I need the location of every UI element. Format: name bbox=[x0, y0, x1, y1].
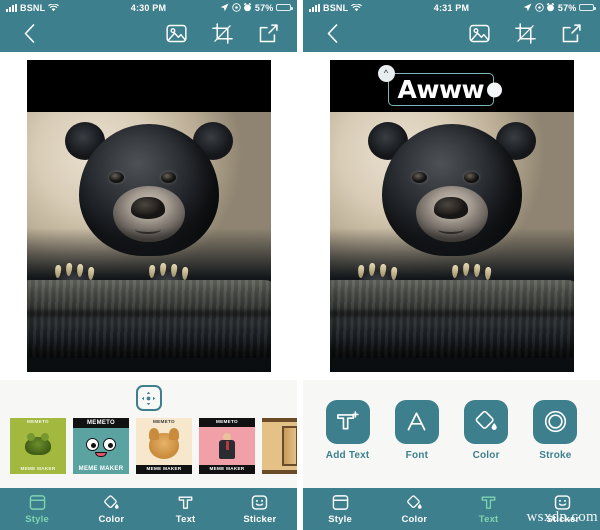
crop-button[interactable] bbox=[207, 19, 237, 49]
nav-item-style[interactable]: Style bbox=[303, 494, 377, 525]
rotate-handle-icon[interactable]: ^ bbox=[377, 65, 395, 82]
nav-item-color[interactable]: Color bbox=[377, 494, 451, 525]
paint-bucket-icon bbox=[406, 494, 423, 511]
suit-guy-icon bbox=[199, 427, 255, 466]
tool-label-stroke: Stroke bbox=[539, 449, 572, 461]
battery-icon bbox=[276, 3, 293, 12]
template-thumbnail[interactable]: MEMETO MEME MAKER bbox=[136, 418, 192, 474]
stroke-ring-icon bbox=[533, 399, 578, 444]
nav-item-text[interactable]: Text bbox=[149, 494, 223, 525]
plank-icon bbox=[262, 422, 297, 470]
text-tools-panel: Add Text Font Color Stroke bbox=[303, 380, 600, 488]
nav-item-sticker[interactable]: Sticker bbox=[223, 494, 297, 525]
screenshot-root: BSNL 4:30 PM 57% MEMETO MEME MAKER MEMET… bbox=[0, 0, 600, 530]
nav-label-text: Text bbox=[175, 513, 196, 525]
meme-image[interactable] bbox=[26, 60, 271, 372]
nav-item-text[interactable]: Text bbox=[452, 494, 526, 525]
paint-bucket-icon bbox=[464, 399, 509, 444]
frog-icon bbox=[10, 427, 66, 466]
add-text-icon bbox=[325, 399, 370, 444]
template-top-text: MEMETO bbox=[199, 418, 255, 427]
status-bar-time: 4:30 PM bbox=[130, 2, 167, 13]
paint-bucket-icon bbox=[103, 494, 120, 511]
meme-canvas-area[interactable]: Awww ^ bbox=[303, 52, 600, 380]
bottom-nav: Style Color Text Sticker bbox=[0, 488, 297, 530]
nav-item-style[interactable]: Style bbox=[0, 494, 74, 525]
tool-font[interactable]: Font bbox=[394, 399, 439, 461]
style-panel: MEMETO MEME MAKER MEMETO MEME MAKER MEME… bbox=[0, 380, 297, 488]
gallery-picker-button[interactable] bbox=[464, 19, 494, 49]
nav-label-sticker: Sticker bbox=[243, 513, 277, 525]
template-thumbnail-selected[interactable]: MEMETO MEME MAKER bbox=[73, 418, 129, 474]
doge-icon bbox=[136, 427, 192, 466]
tool-add-text[interactable]: Add Text bbox=[325, 399, 370, 461]
app-top-bar bbox=[303, 15, 600, 52]
nav-label-color: Color bbox=[98, 513, 125, 525]
template-bottom-text: MEME MAKER bbox=[136, 465, 192, 474]
meme-top-band bbox=[26, 60, 271, 112]
template-top-text: MEMETO bbox=[27, 419, 49, 424]
app-top-bar bbox=[0, 15, 297, 52]
share-export-button[interactable] bbox=[556, 19, 586, 49]
crop-button[interactable] bbox=[510, 19, 540, 49]
nav-label-color: Color bbox=[401, 513, 428, 525]
tool-color[interactable]: Color bbox=[464, 399, 509, 461]
style-frame-icon bbox=[29, 494, 46, 511]
nav-label-style: Style bbox=[25, 513, 49, 525]
move-resize-icon[interactable] bbox=[135, 385, 162, 411]
battery-icon bbox=[579, 3, 596, 12]
template-thumbnail[interactable]: MEMETO MEME MAKER bbox=[10, 418, 66, 474]
caption-text: Awww bbox=[397, 75, 485, 104]
tool-label-add-text: Add Text bbox=[325, 449, 370, 461]
text-tool-icon bbox=[480, 494, 497, 511]
template-bottom-text: MEME MAKER bbox=[78, 466, 124, 472]
back-button[interactable] bbox=[317, 19, 347, 49]
nav-label-style: Style bbox=[328, 513, 352, 525]
status-bar: BSNL 4:31 PM 57% bbox=[303, 0, 600, 15]
meme-image[interactable]: Awww ^ bbox=[329, 60, 574, 372]
meme-canvas-area[interactable] bbox=[0, 52, 297, 380]
template-top-text: MEMETO bbox=[153, 419, 175, 424]
template-top-text: MEMETO bbox=[73, 418, 129, 428]
font-icon bbox=[394, 399, 439, 444]
nav-label-text: Text bbox=[478, 513, 499, 525]
text-tool-icon bbox=[177, 494, 194, 511]
tool-stroke[interactable]: Stroke bbox=[533, 399, 578, 461]
template-thumbnail[interactable] bbox=[262, 418, 297, 474]
style-frame-icon bbox=[332, 494, 349, 511]
share-export-button[interactable] bbox=[253, 19, 283, 49]
back-button[interactable] bbox=[14, 19, 44, 49]
status-bar-time: 4:31 PM bbox=[433, 2, 470, 13]
resize-handle-icon[interactable] bbox=[487, 82, 503, 97]
phone-screen-text: BSNL 4:31 PM 57% Awww ^ Add Text Font Co… bbox=[303, 0, 600, 530]
template-list[interactable]: MEMETO MEME MAKER MEMETO MEME MAKER MEME… bbox=[0, 418, 297, 474]
tool-label-color: Color bbox=[472, 449, 500, 461]
nav-item-color[interactable]: Color bbox=[74, 494, 148, 525]
phone-screen-style: BSNL 4:30 PM 57% MEMETO MEME MAKER MEMET… bbox=[0, 0, 297, 530]
template-thumbnail[interactable]: MEMETO MEME MAKER bbox=[199, 418, 255, 474]
nav-label-sticker: Sticker bbox=[546, 513, 580, 525]
template-bottom-text: MEME MAKER bbox=[20, 466, 56, 472]
tool-label-font: Font bbox=[405, 449, 429, 461]
nav-item-sticker[interactable]: Sticker bbox=[526, 494, 600, 525]
bottom-nav: Style Color Text Sticker wsxdn.com bbox=[303, 488, 600, 530]
template-bottom-text: MEME MAKER bbox=[199, 465, 255, 474]
status-bar: BSNL 4:30 PM 57% bbox=[0, 0, 297, 15]
template-bottom-text bbox=[262, 470, 297, 474]
gallery-picker-button[interactable] bbox=[161, 19, 191, 49]
caption-text-object[interactable]: Awww ^ bbox=[377, 65, 503, 106]
face-icon bbox=[73, 428, 129, 464]
smiley-sticker-icon bbox=[554, 494, 571, 511]
smiley-sticker-icon bbox=[251, 494, 268, 511]
